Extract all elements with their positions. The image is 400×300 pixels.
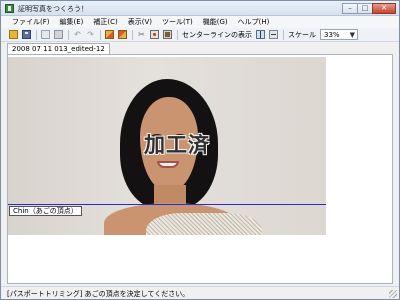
copy-icon[interactable] — [41, 30, 50, 39]
document-tabstrip: 2008 07 11 013_edited-12 — [1, 42, 399, 54]
print-icon[interactable] — [54, 30, 63, 39]
maximize-button[interactable]: □ — [357, 3, 373, 14]
trim-icon[interactable]: ✂ — [137, 30, 146, 39]
processed-watermark: 加工済 — [144, 133, 210, 157]
chin-guide-line[interactable] — [8, 204, 326, 205]
photo-mouth — [157, 161, 179, 168]
minimize-button[interactable]: – — [342, 3, 358, 14]
toolbar-separator — [177, 29, 178, 40]
scale-value: 33% — [324, 30, 340, 39]
menu-bar: ファイル(F) 編集(E) 補正(C) 表示(V) ツール(T) 機能(G) ヘ… — [1, 16, 399, 28]
photo-preview-icon[interactable] — [163, 30, 172, 39]
maximize-icon: □ — [361, 4, 369, 12]
status-text: [パスポートトリミング] あごの頂点を決定してください。 — [7, 290, 190, 298]
close-icon: ✕ — [381, 4, 387, 12]
rotate-right-icon[interactable] — [118, 30, 127, 39]
redo-icon[interactable]: ↷ — [86, 30, 95, 39]
toolbar-separator — [283, 29, 284, 40]
title-bar[interactable]: 証明写真をつくろう！ – □ ✕ — [1, 1, 399, 16]
app-icon — [5, 4, 14, 13]
window-controls: – □ ✕ — [342, 3, 396, 14]
rotate-left-icon[interactable] — [105, 30, 114, 39]
undo-icon[interactable]: ↶ — [73, 30, 82, 39]
open-folder-icon[interactable] — [9, 30, 18, 39]
menu-tools[interactable]: ツール(T) — [157, 16, 198, 28]
portrait-photo[interactable]: 加工済 Chin（あごの頂点） — [8, 57, 326, 235]
menu-functions[interactable]: 機能(G) — [198, 16, 233, 28]
scale-label: スケール — [288, 30, 316, 39]
canvas-area[interactable]: 加工済 Chin（あごの頂点） — [7, 54, 393, 284]
chevron-down-icon: ▼ — [349, 30, 355, 39]
chin-guide-label: Chin（あごの頂点） — [9, 206, 82, 216]
toolbar-separator — [36, 29, 37, 40]
window-title: 証明写真をつくろう！ — [18, 5, 88, 13]
save-icon[interactable] — [22, 30, 31, 39]
scale-select[interactable]: 33% ▼ — [320, 29, 358, 40]
toolbar: ↶ ↷ ✂ センターラインの表示 スケール 33% ▼ — [1, 28, 399, 42]
app-window: 証明写真をつくろう！ – □ ✕ ファイル(F) 編集(E) 補正(C) 表示(… — [0, 0, 400, 300]
photo-tool-icon[interactable] — [150, 30, 159, 39]
toolbar-separator — [132, 29, 133, 40]
close-button[interactable]: ✕ — [372, 3, 396, 14]
status-bar: [パスポートトリミング] あごの頂点を決定してください。 — [1, 286, 399, 299]
center-line-label: センターラインの表示 — [182, 30, 252, 39]
menu-file[interactable]: ファイル(F) — [7, 16, 55, 28]
minimize-icon: – — [348, 4, 352, 12]
toolbar-separator — [68, 29, 69, 40]
menu-help[interactable]: ヘルプ(H) — [233, 16, 275, 28]
photo-blouse — [146, 213, 262, 235]
center-line-horizontal-icon[interactable] — [269, 30, 278, 39]
menu-correction[interactable]: 補正(C) — [88, 16, 122, 28]
center-line-vertical-icon[interactable] — [256, 30, 265, 39]
menu-view[interactable]: 表示(V) — [123, 16, 157, 28]
document-tab[interactable]: 2008 07 11 013_edited-12 — [7, 43, 110, 54]
menu-edit[interactable]: 編集(E) — [55, 16, 89, 28]
resize-grip-icon[interactable] — [389, 290, 397, 298]
toolbar-separator — [100, 29, 101, 40]
